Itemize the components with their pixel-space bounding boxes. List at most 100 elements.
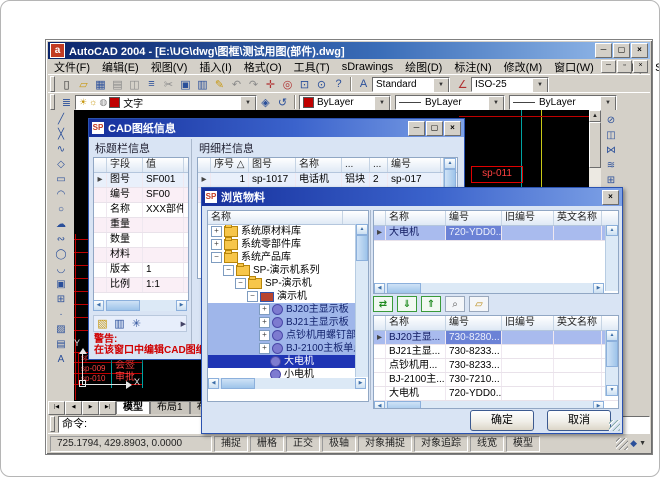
table-row[interactable]: 版本1 — [94, 263, 188, 278]
table-row[interactable]: 重量 — [94, 218, 188, 233]
scrollbar-thumb[interactable] — [589, 122, 601, 168]
mirror-icon[interactable]: ⋈ — [603, 143, 620, 158]
menu-edit[interactable]: 编辑(E) — [96, 59, 145, 75]
selected-material-table[interactable]: 名称 编号 旧编号 英文名称 ▸ 大电机 720-YDD0... ◀ ▶ ▲ — [373, 210, 619, 294]
menu-sdrawings[interactable]: sDrawings — [336, 61, 399, 73]
add-gear-icon[interactable]: ✳ — [128, 316, 145, 331]
plot-icon[interactable]: ▤ — [109, 77, 126, 92]
column-header[interactable]: 编号 — [388, 158, 441, 172]
menu-insert[interactable]: 插入(I) — [193, 59, 237, 75]
chevron-down-icon[interactable]: ▼ — [240, 96, 256, 111]
doc-restore-button[interactable]: ▫ — [617, 60, 632, 73]
scroll-left-icon[interactable]: ◀ — [374, 283, 385, 294]
chevron-down-icon[interactable]: ▼ — [433, 78, 449, 93]
horizontal-scrollbar[interactable]: ◀ ▶ — [208, 378, 366, 389]
toolbar-grip[interactable] — [50, 76, 55, 92]
copy-object-icon[interactable]: ◫ — [603, 128, 620, 143]
arc-icon[interactable]: ◠ — [53, 187, 70, 202]
column-header[interactable]: 图号 — [249, 158, 296, 172]
array-icon[interactable]: ⊞ — [603, 173, 620, 188]
table-row[interactable]: 点钞机用... 730-8233... — [374, 359, 618, 373]
menu-tools[interactable]: 工具(T) — [288, 59, 336, 75]
cancel-button[interactable]: 取消 — [547, 410, 611, 431]
color-combo[interactable]: ByLayer ▼ — [299, 95, 391, 110]
column-header[interactable]: ... — [370, 158, 388, 172]
publish-icon[interactable]: ≡ — [143, 77, 160, 92]
title-bar[interactable]: a AutoCAD 2004 - [E:\UG\dwg\图框\测试用图(部件).… — [48, 42, 650, 59]
dialog-maximize-button[interactable]: ▢ — [426, 121, 443, 136]
menu-format[interactable]: 格式(O) — [238, 59, 288, 75]
collapse-icon[interactable]: − — [223, 265, 234, 276]
collapse-icon[interactable]: − — [235, 278, 246, 289]
tree-item[interactable]: +系统零部件库 — [208, 238, 368, 251]
open-folder-icon[interactable]: ▱ — [469, 296, 489, 312]
scrollbar-thumb[interactable] — [106, 300, 140, 311]
tree-item[interactable]: +BJ-2100主板单点 — [208, 342, 368, 355]
chevron-down-icon[interactable]: ▼ — [600, 96, 616, 111]
tab-model[interactable]: 模型 — [116, 401, 150, 414]
export-up-icon[interactable]: ⇑ — [421, 296, 441, 312]
copy-icon[interactable]: ▣ — [177, 77, 194, 92]
export-icon[interactable]: ▧ — [94, 316, 111, 331]
offset-icon[interactable]: ≋ — [603, 158, 620, 173]
tree-item[interactable]: 小电机 — [208, 368, 368, 378]
scroll-up-icon[interactable]: ▲ — [589, 110, 601, 122]
region-icon[interactable]: ▤ — [53, 337, 70, 352]
point-icon[interactable]: · — [53, 307, 70, 322]
menu-modify[interactable]: 修改(M) — [498, 59, 549, 75]
expand-icon[interactable]: + — [211, 239, 222, 250]
tree-header[interactable]: 名称 — [208, 211, 343, 224]
scrollbar-thumb[interactable] — [606, 341, 618, 367]
dialog-minimize-button[interactable]: ─ — [408, 121, 425, 136]
table-row[interactable]: ▸图号SF001 — [94, 173, 188, 188]
command-grip[interactable] — [50, 416, 55, 432]
expand-icon[interactable]: + — [211, 226, 222, 237]
toggle-otrack[interactable]: 对象追踪 — [414, 436, 468, 452]
chevron-down-icon[interactable]: ▼ — [488, 96, 504, 111]
column-header[interactable]: 序号 △ — [211, 158, 249, 172]
circle-icon[interactable]: ○ — [53, 202, 70, 217]
table-row[interactable]: 名称XXX部件 — [94, 203, 188, 218]
pan-icon[interactable]: ✛ — [262, 77, 279, 92]
table-row[interactable]: 编号SF00 — [94, 188, 188, 203]
expand-icon[interactable]: + — [259, 330, 270, 341]
cad-info-title-bar[interactable]: SP CAD图纸信息 ─ ▢ × — [89, 119, 464, 137]
lineweight-combo[interactable]: ByLayer ▼ — [509, 95, 617, 110]
doc-minimize-button[interactable]: ─ — [601, 60, 616, 73]
tree-item[interactable]: +系统原材料库 — [208, 225, 368, 238]
tree-item[interactable]: −SP-演示机系列 — [208, 264, 368, 277]
menu-view[interactable]: 视图(V) — [145, 59, 194, 75]
table-row[interactable]: 数量 — [94, 233, 188, 248]
tree-item[interactable]: +BJ21主显示板 — [208, 316, 368, 329]
title-block-table[interactable]: 字段值 ▸图号SF001 编号SF00 名称XXX部件 重量 数量 材料 版本1… — [93, 157, 189, 301]
tab-first-icon[interactable]: |◀ — [48, 401, 65, 415]
pane-splitter[interactable] — [191, 139, 192, 353]
tree-item[interactable]: −演示机 — [208, 290, 368, 303]
scroll-left-icon[interactable]: ◀ — [374, 401, 385, 409]
menu-sp-pdm-plugin[interactable]: SP-PDM插件(P) — [649, 59, 660, 75]
collapse-icon[interactable]: − — [211, 252, 222, 263]
undo-icon[interactable]: ↶ — [228, 77, 245, 92]
text-style-icon[interactable]: A — [355, 77, 372, 92]
dialog-close-button[interactable]: × — [444, 121, 461, 136]
linetype-combo[interactable]: ByLayer ▼ — [395, 95, 505, 110]
column-header[interactable]: 编号 — [446, 316, 502, 330]
tab-layout1[interactable]: 布局1 — [150, 401, 190, 414]
toggle-lineweight[interactable]: 线宽 — [470, 436, 504, 452]
layer-previous-icon[interactable]: ↺ — [274, 95, 291, 110]
scroll-left-icon[interactable]: ◀ — [93, 300, 104, 311]
column-header[interactable]: 名称 — [296, 158, 342, 172]
hatch-icon[interactable]: ▨ — [53, 322, 70, 337]
column-header[interactable]: 名称 — [386, 316, 446, 330]
ok-button[interactable]: 确定 — [470, 410, 534, 431]
scroll-right-icon[interactable]: ▶ — [593, 283, 604, 294]
zoom-window-icon[interactable]: ⊡ — [296, 77, 313, 92]
erase-icon[interactable]: ⊘ — [603, 113, 620, 128]
dim-style-icon[interactable]: ∠ — [454, 77, 471, 92]
material-list-table[interactable]: 名称 编号 旧编号 英文名称 ▸ BJ20主显... 730-8280... B… — [373, 315, 619, 409]
collapse-icon[interactable]: − — [247, 291, 258, 302]
column-header[interactable]: 编号 — [446, 211, 502, 225]
table-row[interactable]: ▸ 1 sp-1017 电话机 铝块 2 sp-017 — [198, 173, 457, 188]
polygon-icon[interactable]: ◇ — [53, 157, 70, 172]
text-style-combo[interactable]: Standard ▼ — [372, 77, 450, 92]
